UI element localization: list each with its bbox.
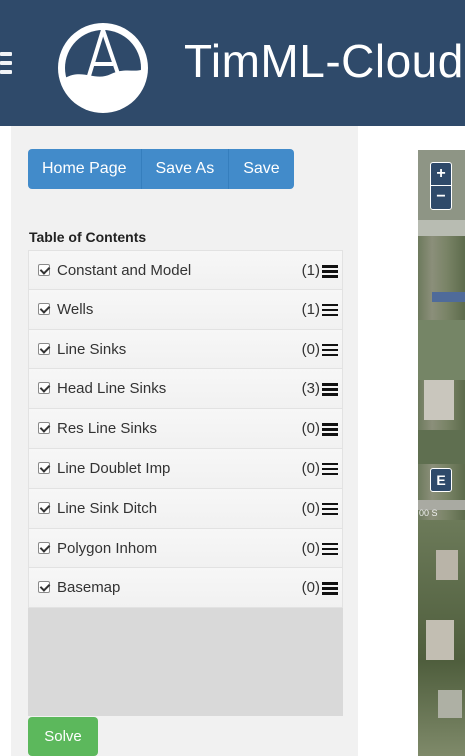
menu-icon[interactable] (322, 343, 338, 357)
toc-item-count: (1) (301, 262, 320, 279)
toc-checkbox[interactable] (38, 382, 50, 395)
toc-empty-area (28, 608, 343, 716)
toc-item-wells[interactable]: Wells (1) (28, 289, 343, 330)
toc-checkbox[interactable] (38, 302, 50, 315)
toc-item-label: Line Doublet Imp (57, 459, 171, 477)
map-building (436, 550, 458, 580)
toc-item-count: (3) (301, 380, 320, 398)
toc-item-label: Wells (57, 300, 94, 318)
toc-item-count: (0) (301, 340, 320, 358)
toc-checkbox[interactable] (38, 461, 50, 474)
edit-map-button[interactable]: E (430, 468, 452, 492)
map-building (426, 620, 454, 660)
toolbar-button-group: Home Page Save As Save (28, 149, 294, 189)
toc-list: Constant and Model (1) Wells (1) Line Si… (28, 250, 343, 609)
map-road (418, 220, 465, 236)
zoom-control: + − (430, 162, 452, 210)
save-as-button[interactable]: Save As (141, 149, 230, 189)
toc-item-label: Constant and Model (57, 262, 192, 279)
menu-icon[interactable] (322, 582, 338, 595)
map-tile (418, 320, 465, 380)
menu-icon[interactable] (322, 462, 338, 476)
toc-item-label: Basemap (57, 579, 121, 597)
toc-checkbox[interactable] (38, 264, 50, 276)
logo-icon (58, 23, 148, 113)
app-header: TimML-Cloud (0, 0, 465, 126)
toc-item-label: Line Sinks (57, 340, 127, 358)
toc-item-res-line-sinks[interactable]: Res Line Sinks (0) (28, 409, 343, 449)
toc-checkbox[interactable] (38, 581, 50, 594)
menu-icon[interactable] (322, 265, 338, 278)
map-view[interactable]: + − E 00 S (418, 150, 465, 756)
map-building (438, 690, 462, 718)
menu-icon[interactable] (322, 502, 338, 516)
toc-checkbox[interactable] (38, 422, 50, 435)
map-feature (432, 292, 465, 302)
toc-item-head-line-sinks[interactable]: Head Line Sinks (3) (28, 369, 343, 410)
toc-item-count: (0) (301, 539, 320, 557)
toc-item-count: (0) (301, 579, 320, 597)
toc-item-polygon-inhom[interactable]: Polygon Inhom (0) (28, 528, 343, 569)
hamburger-menu-icon[interactable] (0, 52, 12, 74)
toc-item-count: (0) (301, 459, 320, 477)
toc-item-line-sinks[interactable]: Line Sinks (0) (28, 329, 343, 370)
toc-item-line-doublet-imp[interactable]: Line Doublet Imp (0) (28, 448, 343, 489)
toc-item-label: Res Line Sinks (57, 420, 158, 438)
toc-item-line-sink-ditch[interactable]: Line Sink Ditch (0) (28, 488, 343, 529)
menu-icon[interactable] (322, 383, 338, 396)
menu-icon[interactable] (322, 423, 338, 436)
menu-icon[interactable] (322, 542, 338, 556)
map-building (424, 380, 454, 420)
toc-checkbox[interactable] (38, 541, 50, 554)
toc-item-label: Polygon Inhom (57, 539, 158, 557)
side-panel: Home Page Save As Save Table of Contents… (11, 126, 358, 756)
toc-item-count: (0) (301, 420, 320, 438)
toc-item-label: Line Sink Ditch (57, 499, 158, 517)
toc-item-label: Head Line Sinks (57, 380, 167, 398)
solve-button[interactable]: Solve (28, 717, 98, 756)
save-button[interactable]: Save (229, 149, 294, 189)
map-street-label: 00 S (419, 508, 438, 518)
toc-item-count: (1) (301, 300, 320, 318)
app-title: TimML-Cloud (184, 35, 464, 87)
map-tile (418, 430, 465, 464)
zoom-in-button[interactable]: + (431, 163, 451, 186)
toc-title: Table of Contents (29, 229, 147, 245)
toc-item-constant-and-model[interactable]: Constant and Model (1) (28, 250, 343, 290)
toc-item-basemap[interactable]: Basemap (0) (28, 568, 343, 609)
toc-checkbox[interactable] (38, 501, 50, 514)
toc-checkbox[interactable] (38, 342, 50, 355)
home-page-button[interactable]: Home Page (28, 149, 142, 189)
toc-item-count: (0) (301, 499, 320, 517)
zoom-out-button[interactable]: − (431, 186, 451, 209)
menu-icon[interactable] (322, 303, 338, 317)
